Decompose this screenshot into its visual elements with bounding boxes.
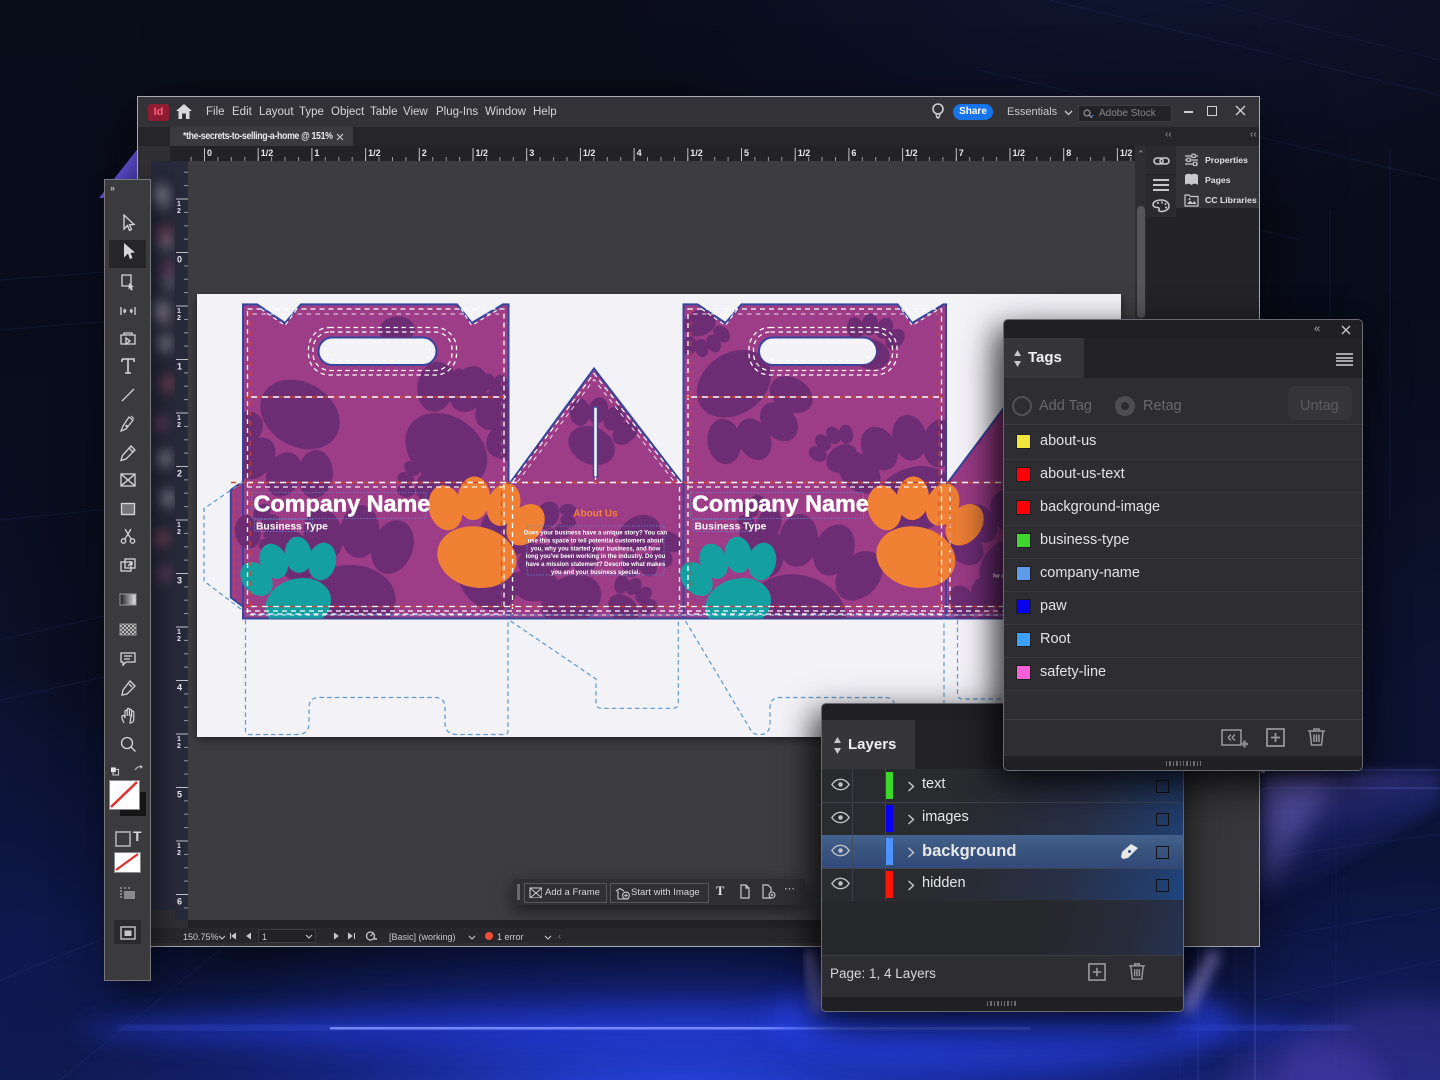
svg-text:1/2: 1/2 [798, 148, 811, 158]
svg-text:use this space to tell potenti: use this space to tell potential custome… [528, 538, 664, 544]
svg-text:5: 5 [177, 790, 182, 800]
svg-text:2: 2 [422, 148, 427, 158]
svg-text:6: 6 [177, 897, 182, 907]
svg-text:1: 1 [177, 843, 181, 850]
svg-text:2: 2 [177, 208, 181, 215]
svg-text:1/2: 1/2 [476, 148, 489, 158]
svg-text:2: 2 [177, 743, 181, 750]
svg-text:3: 3 [529, 148, 534, 158]
svg-text:Company Name: Company Name [254, 491, 431, 517]
svg-text:Business Type: Business Type [695, 522, 767, 533]
svg-text:2: 2 [177, 850, 181, 857]
svg-text:1/2: 1/2 [368, 148, 381, 158]
svg-text:1/2: 1/2 [261, 148, 274, 158]
svg-text:2: 2 [177, 422, 181, 429]
svg-text:7: 7 [959, 148, 964, 158]
svg-text:2: 2 [177, 469, 182, 479]
svg-text:4: 4 [637, 148, 642, 158]
svg-text:1/2: 1/2 [1013, 148, 1026, 158]
svg-text:2: 2 [177, 315, 181, 322]
svg-text:0: 0 [177, 255, 182, 265]
svg-text:you, why you started your busi: you, why you started your business, and … [531, 546, 661, 552]
svg-text:1: 1 [177, 362, 182, 372]
svg-text:Does your business have a uniq: Does your business have a unique story? … [524, 531, 667, 537]
svg-text:1: 1 [314, 148, 319, 158]
svg-text:3: 3 [177, 576, 182, 586]
svg-text:1/2: 1/2 [690, 148, 703, 158]
svg-text:1/2: 1/2 [905, 148, 918, 158]
svg-text:2: 2 [177, 636, 181, 643]
svg-text:Company Name: Company Name [692, 491, 869, 517]
svg-text:0: 0 [207, 148, 212, 158]
svg-text:have a mission statement? Desc: have a mission statement? Describe what … [526, 562, 666, 568]
svg-text:8: 8 [1066, 148, 1071, 158]
svg-text:1: 1 [177, 201, 181, 208]
svg-text:6: 6 [851, 148, 856, 158]
svg-text:About Us: About Us [573, 509, 618, 520]
svg-text:1/2: 1/2 [583, 148, 596, 158]
svg-text:1: 1 [177, 736, 181, 743]
svg-text:4: 4 [177, 683, 182, 693]
svg-text:5: 5 [744, 148, 749, 158]
svg-text:2: 2 [177, 529, 181, 536]
svg-text:1/2: 1/2 [1120, 148, 1133, 158]
svg-text:1: 1 [177, 629, 181, 636]
svg-text:you and your business special.: you and your business special. [551, 570, 640, 576]
svg-text:1: 1 [177, 522, 181, 529]
svg-text:Business Type: Business Type [256, 522, 328, 533]
svg-text:1: 1 [177, 308, 181, 315]
svg-text:long you've been working in th: long you've been working in the industry… [526, 554, 666, 560]
svg-text:1: 1 [177, 415, 181, 422]
